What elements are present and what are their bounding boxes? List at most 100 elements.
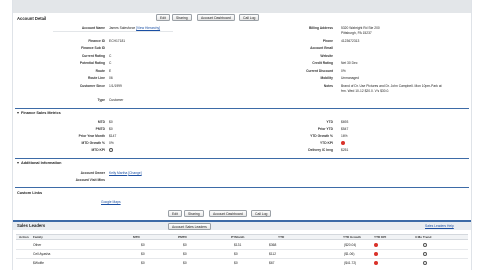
credit-rating-value: Net 30 Dec <box>341 61 358 65</box>
current-discount-value: 0% <box>341 69 346 73</box>
row-2-ytd: $112 <box>269 252 277 256</box>
row-1-kpi-icon <box>374 242 378 247</box>
account-detail-title: Account Detail <box>17 16 47 21</box>
notes-line-2: frm. Wed 10-12 $20.0. V’s $30.0. <box>341 89 390 93</box>
route-line-label: Route Line <box>87 76 105 80</box>
account-dashboard-button[interactable]: Account Dashboard <box>197 14 235 21</box>
mobility-value: Unmanaged <box>341 76 359 80</box>
route-value: E <box>109 69 112 73</box>
divider <box>53 31 173 32</box>
section-divider <box>15 108 469 109</box>
notes-line-1: Brand of Dr. Use Pictures and Dr. John C… <box>341 84 442 88</box>
row-2-pmtd: $0 <box>183 252 187 256</box>
edit-button[interactable]: Edit <box>168 210 182 217</box>
column-ytd-growth[interactable]: YTD Growth <box>343 235 361 239</box>
mobility-label: Mobility <box>320 76 333 80</box>
divider <box>16 258 468 259</box>
row-2-pymonth: $0 <box>234 252 238 256</box>
sales-leaders-section: Sales Leaders Account Sales Leaders Sale… <box>13 220 471 270</box>
finance-sub-id-label: Finance Sub ID <box>81 46 105 50</box>
finance-metrics-header[interactable]: Finance Sales Metrics <box>17 111 61 115</box>
collapse-icon[interactable] <box>17 162 19 164</box>
delivery-value: $251 <box>341 148 349 152</box>
additional-info-header[interactable]: Additional Information <box>17 161 62 165</box>
account-visit-mins-label: Account Visit Mins <box>75 178 105 182</box>
divider <box>16 249 468 250</box>
column-ytd-kpi[interactable]: YTD KPI <box>374 235 386 239</box>
row-2-mtd: $0 <box>141 252 145 256</box>
column-pmtd[interactable]: PMTD <box>178 235 187 239</box>
finance-id-value: ECH17181 <box>109 39 126 43</box>
notes-label: Notes <box>323 84 333 88</box>
mtd-kpi-label: MTD KPI <box>91 148 105 152</box>
row-3-pymonth: $0 <box>234 261 238 265</box>
row-3-growth: ($41.72) <box>344 261 357 265</box>
potential-rating-value: C <box>109 61 112 65</box>
prior-year-month-value: $147 <box>109 134 117 138</box>
mtd-value: $0 <box>109 120 113 124</box>
google-maps-link[interactable]: Google Maps <box>101 200 121 204</box>
pmtd-value: $0 <box>109 127 113 131</box>
account-email-label: Account Email <box>310 46 333 50</box>
customer-since-value: 1/1/1999 <box>109 84 122 88</box>
account-name-value: James Salesforce [View Hierarchy] <box>109 26 160 30</box>
billing-address-line-1: 5320 Wabright Rd Ste 200 <box>341 26 380 30</box>
current-rating-value: C <box>109 54 112 58</box>
collapse-icon[interactable] <box>17 112 19 114</box>
column-pymonth[interactable]: PYMonth <box>231 235 244 239</box>
row-1-pmtd: $0 <box>183 243 187 247</box>
column-mtd[interactable]: MTD <box>133 235 140 239</box>
account-owner-value: Kelly Martha [Change] <box>109 171 142 175</box>
ytd-value: $693 <box>341 120 349 124</box>
edit-button[interactable]: Edit <box>156 14 170 21</box>
customer-since-label: Customer Since <box>79 84 105 88</box>
phone-value: 4123672313 <box>341 39 360 43</box>
call-log-button[interactable]: Call Log <box>251 210 272 217</box>
row-2-family: Cell Ayasha <box>33 252 51 256</box>
change-owner-link[interactable]: [Change] <box>128 171 141 175</box>
column-family[interactable]: Family <box>33 235 43 239</box>
pmtd-label: PMTD <box>95 127 105 131</box>
current-discount-label: Current Discount <box>306 69 333 73</box>
finance-metrics-title: Finance Sales Metrics <box>21 111 61 115</box>
row-1-pymonth: $131 <box>234 243 242 247</box>
ytd-growth-label: YTD Growth % <box>310 134 333 138</box>
sharing-button[interactable]: Sharing <box>184 210 204 217</box>
mtd-growth-value: 0% <box>109 141 114 145</box>
row-2-trend-icon <box>423 251 427 256</box>
row-1-family: Other <box>33 243 42 247</box>
call-log-button[interactable]: Call Log <box>239 14 260 21</box>
ytd-kpi-label: YTD KPI <box>319 141 333 145</box>
prior-ytd-label: Prior YTD <box>317 127 333 131</box>
ytd-growth-value: 16% <box>341 134 348 138</box>
prior-year-month-label: Prior Year Month <box>78 134 105 138</box>
route-label: Route <box>95 69 105 73</box>
additional-info-title: Additional Information <box>21 161 62 165</box>
ytd-kpi-indicator-icon <box>341 140 345 145</box>
row-3-kpi-icon <box>374 260 378 265</box>
prior-ytd-value: $547 <box>341 127 349 131</box>
route-line-value: 06 <box>109 76 113 80</box>
view-hierarchy-link[interactable]: [View Hierarchy] <box>136 26 160 30</box>
account-detail-header <box>13 0 471 13</box>
delivery-label: Delivery IC Invg <box>308 148 333 152</box>
sales-leaders-title: Sales Leaders <box>17 223 46 228</box>
billing-address-line-2: Pittsburgh, PA 15237 <box>341 31 372 35</box>
finance-id-label: Finance ID <box>88 39 105 43</box>
sales-leaders-help-link[interactable]: Sales Leaders Help <box>425 224 454 228</box>
account-dashboard-button[interactable]: Account Dashboard <box>209 210 247 217</box>
row-1-trend-icon <box>423 242 427 247</box>
mtd-label: MTD <box>97 120 105 124</box>
row-3-ytd: $67 <box>269 261 275 265</box>
column-action[interactable]: Action <box>19 235 29 239</box>
type-label: Type <box>97 98 105 102</box>
section-divider <box>15 187 469 188</box>
sharing-button[interactable]: Sharing <box>172 14 192 21</box>
row-2-growth: ($1.06) <box>344 252 355 256</box>
row-3-pmtd: $0 <box>183 261 187 265</box>
column-3mo-trend[interactable]: 3 Mo Trend <box>415 235 431 239</box>
account-owner-link[interactable]: Kelly Martha <box>109 171 127 175</box>
column-ytd[interactable]: YTD <box>278 235 284 239</box>
phone-label: Phone <box>322 39 333 43</box>
account-sales-leaders-button[interactable]: Account Sales Leaders <box>168 223 211 230</box>
